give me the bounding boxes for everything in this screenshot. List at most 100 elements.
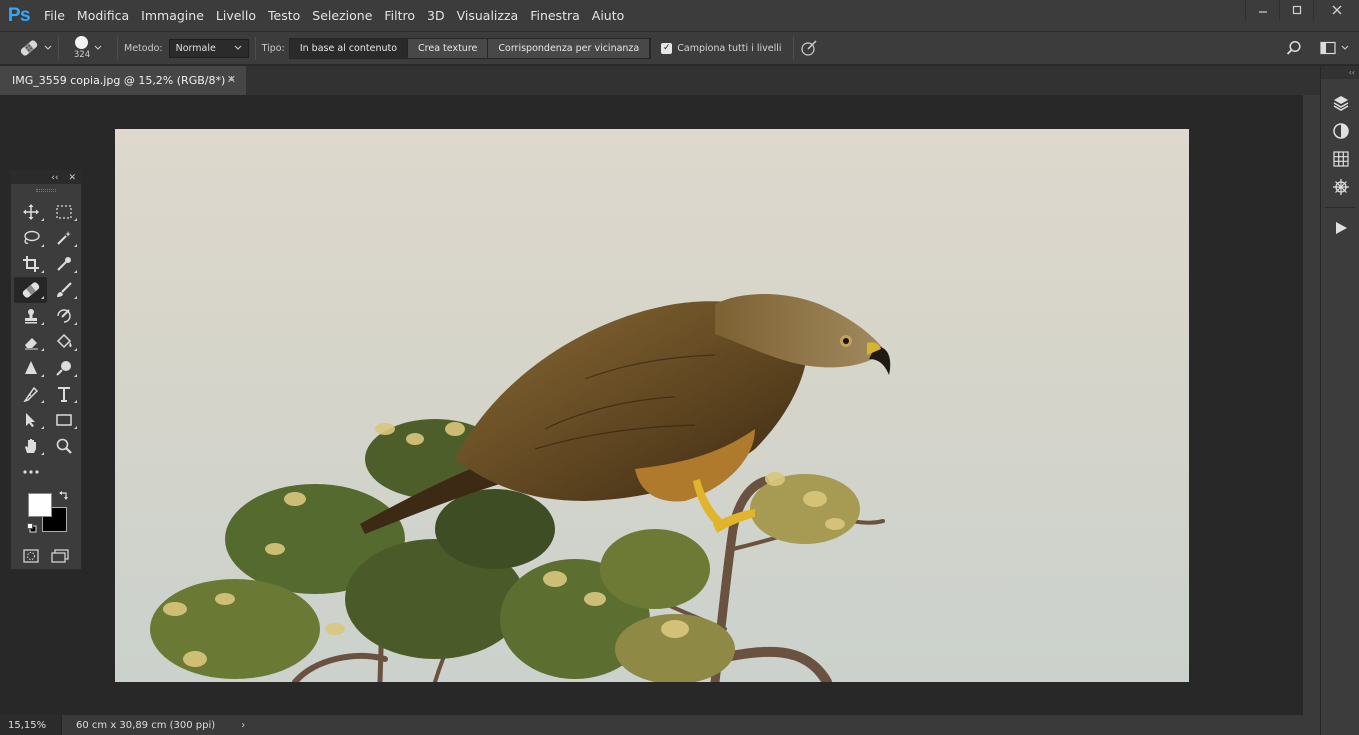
chevron-down-icon [1341, 45, 1349, 50]
rectangle-tool[interactable] [47, 407, 80, 433]
more-tools-button[interactable] [14, 459, 47, 485]
type-tool[interactable] [47, 381, 80, 407]
chevron-down-icon [234, 45, 242, 50]
minimize-button[interactable] [1245, 0, 1279, 20]
color-swatches [11, 485, 81, 543]
pen-tool[interactable] [14, 381, 47, 407]
hand-tool[interactable] [14, 433, 47, 459]
menu-immagine[interactable]: Immagine [135, 0, 210, 31]
lasso-icon [23, 230, 40, 244]
brush-icon [56, 282, 72, 297]
options-bar: 324 Metodo: Normale Tipo: In base al con… [0, 31, 1359, 65]
diffusion-button[interactable] [800, 39, 818, 57]
menu-3d[interactable]: 3D [421, 0, 451, 31]
document-tab[interactable]: IMG_3559 copia.jpg @ 15,2% (RGB/8*) * ✕ [0, 66, 246, 95]
metodo-select[interactable]: Normale [168, 38, 249, 58]
panel-grip[interactable] [11, 184, 81, 196]
swap-colors-icon[interactable] [59, 490, 69, 500]
menu-modifica[interactable]: Modifica [71, 0, 135, 31]
navigator-icon [1332, 179, 1349, 195]
menu-livello[interactable]: Livello [210, 0, 262, 31]
document-size-info: 60 cm x 30,89 cm (300 ppi) [76, 719, 216, 731]
default-colors-icon[interactable] [27, 523, 37, 533]
type-icon [57, 387, 70, 402]
brush-tool[interactable] [47, 277, 80, 303]
menu-file[interactable]: File [38, 0, 71, 31]
close-tab-icon[interactable]: ✕ [227, 73, 236, 86]
brush-tip-icon [75, 36, 89, 49]
play-icon [1335, 222, 1347, 234]
crop-tool[interactable] [14, 251, 47, 277]
tipo-proximity-match-button[interactable]: Corrispondenza per vicinanza [488, 38, 651, 58]
bird-on-branch-image [150, 293, 891, 682]
tool-preset-picker[interactable] [18, 39, 52, 57]
workspace-switcher[interactable] [1320, 41, 1349, 55]
healing-brush-icon [20, 40, 38, 56]
tipo-content-aware-button[interactable]: In base al contenuto [289, 38, 409, 58]
menu-filtro[interactable]: Filtro [378, 0, 421, 31]
foreground-color-swatch[interactable] [28, 493, 52, 517]
blur-tool[interactable] [14, 355, 47, 381]
brush-picker[interactable]: 324 [65, 36, 111, 60]
right-panel-dock: ‹‹ [1320, 66, 1359, 735]
close-panel-icon[interactable]: ✕ [68, 173, 76, 183]
magic-wand-tool[interactable] [47, 225, 80, 251]
vertical-scrollbar[interactable] [1303, 95, 1320, 715]
sample-all-layers-checkbox[interactable]: ✓ Campiona tutti i livelli [661, 42, 781, 54]
rectangle-marquee-icon [55, 205, 72, 219]
swatches-panel-button[interactable] [1321, 145, 1359, 173]
search-button[interactable] [1286, 40, 1302, 56]
dodge-icon [55, 361, 71, 376]
minimize-icon [1258, 11, 1267, 13]
ps-logo: Ps [7, 4, 31, 26]
paint-bucket-tool[interactable] [47, 329, 80, 355]
eyedropper-tool[interactable] [47, 251, 80, 277]
brush-pressure-icon [801, 40, 818, 56]
maximize-icon [1292, 5, 1301, 15]
move-icon [22, 204, 39, 220]
close-button[interactable] [1313, 0, 1359, 20]
move-tool[interactable] [14, 199, 47, 225]
navigator-panel-button[interactable] [1321, 173, 1359, 201]
tipo-segmented-control: In base al contenuto Crea texture Corris… [288, 37, 652, 59]
menu-visualizza[interactable]: Visualizza [451, 0, 525, 31]
swatches-icon [1332, 151, 1349, 167]
document-image[interactable] [115, 129, 1189, 682]
clone-stamp-tool[interactable] [14, 303, 47, 329]
quick-mask-icon[interactable] [23, 549, 39, 563]
menu-aiuto[interactable]: Aiuto [586, 0, 631, 31]
ellipsis-icon [22, 470, 39, 474]
chevron-down-icon [94, 45, 102, 50]
zoom-level-field[interactable]: 15,15% [0, 715, 62, 735]
menu-selezione[interactable]: Selezione [306, 0, 378, 31]
zoom-tool[interactable] [47, 433, 80, 459]
dodge-tool[interactable] [47, 355, 80, 381]
collapse-icon[interactable]: ‹‹ [51, 173, 58, 183]
zoom-level-value: 15,15% [8, 719, 47, 731]
screen-mode-icon[interactable] [51, 549, 69, 563]
spot-healing-tool[interactable] [14, 277, 47, 303]
history-brush-icon [56, 309, 71, 323]
maximize-button[interactable] [1279, 0, 1313, 20]
tool-grid [11, 196, 81, 485]
tipo-create-texture-button[interactable]: Crea texture [408, 38, 489, 58]
marquee-tool[interactable] [47, 199, 80, 225]
dock-collapse-icon[interactable]: ‹‹ [1321, 66, 1359, 79]
menu-testo[interactable]: Testo [262, 0, 306, 31]
path-selection-tool[interactable] [14, 407, 47, 433]
actions-panel-button[interactable] [1321, 214, 1359, 242]
eyedropper-icon [56, 257, 71, 271]
adjustments-panel-button[interactable] [1321, 117, 1359, 145]
history-brush-tool[interactable] [47, 303, 80, 329]
document-tab-title: IMG_3559 copia.jpg @ 15,2% (RGB/8*) * [12, 74, 235, 87]
layers-icon [1333, 96, 1348, 111]
close-icon [1332, 5, 1341, 15]
lasso-tool[interactable] [14, 225, 47, 251]
tools-bottom-row [11, 543, 81, 569]
layers-panel-button[interactable] [1321, 89, 1359, 117]
menu-finestra[interactable]: Finestra [524, 0, 586, 31]
eraser-tool[interactable] [14, 329, 47, 355]
rectangle-shape-icon [55, 414, 72, 426]
workspace-icon [1320, 41, 1336, 55]
status-menu-arrow-icon[interactable]: › [241, 720, 245, 731]
